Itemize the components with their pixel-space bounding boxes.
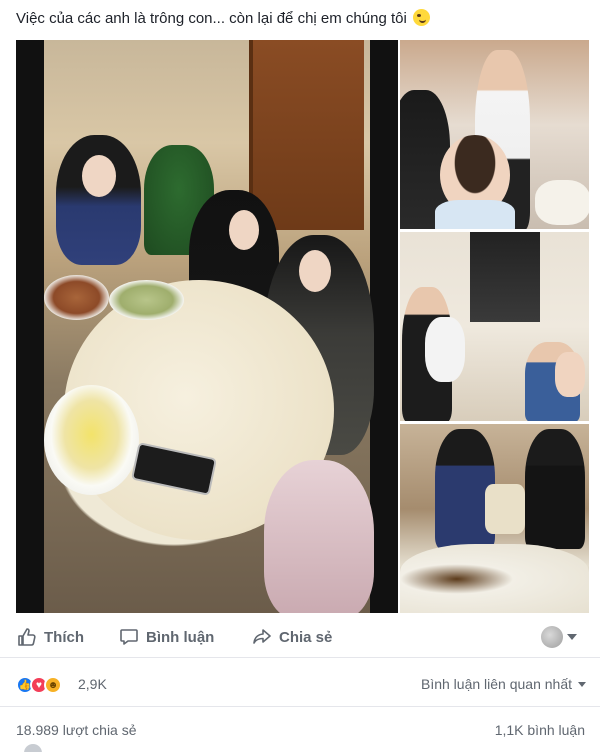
reactions-bar: 👍 ♥ ☻ 2,9K Bình luận liên quan nhất	[0, 661, 600, 707]
share-arrow-icon	[253, 629, 271, 644]
soup-bowl	[109, 280, 184, 320]
like-label: Thích	[44, 628, 84, 646]
chevron-down-icon	[578, 681, 586, 687]
share-button[interactable]: Chia sẻ	[252, 626, 332, 648]
chevron-down-icon	[567, 634, 577, 640]
post-as-selector[interactable]	[541, 626, 577, 648]
woman-middle-face	[229, 210, 259, 250]
post-caption: Việc của các anh là trông con... còn lại…	[16, 8, 586, 30]
comment-bubble-icon	[120, 629, 138, 645]
share-label: Chia sẻ	[279, 628, 333, 646]
viewer-avatar	[541, 626, 563, 648]
baby-right	[555, 352, 585, 397]
woman-left-face	[82, 155, 116, 197]
photo-collage	[16, 40, 589, 613]
dinner-scene	[44, 40, 374, 613]
bottom-right-photo[interactable]	[400, 424, 589, 613]
comment-sort-dropdown[interactable]: Bình luận liên quan nhất	[421, 676, 586, 692]
comment-label: Bình luận	[146, 628, 215, 646]
dark-window	[470, 232, 540, 322]
top-right-photo[interactable]	[400, 40, 589, 229]
woman-toasting-right	[525, 429, 585, 549]
middle-right-photo[interactable]	[400, 232, 589, 421]
thumbs-up-icon	[18, 628, 36, 646]
glasses-toast	[485, 484, 525, 534]
wooden-door	[249, 40, 364, 230]
facebook-post: Việc của các anh là trông con... còn lại…	[0, 0, 600, 752]
comment-button[interactable]: Bình luận	[119, 626, 214, 648]
dishes	[535, 180, 589, 225]
post-actions-bar: Thích Bình luận Chia sẻ	[0, 618, 600, 658]
reaction-icons[interactable]: 👍 ♥ ☻	[16, 675, 62, 695]
comment-count[interactable]: 1,1K bình luận	[495, 722, 585, 738]
tongue-emoji-icon	[412, 9, 430, 26]
caption-text: Việc của các anh là trông con... còn lại…	[16, 10, 407, 27]
foreground-person	[264, 460, 374, 613]
main-photo[interactable]	[16, 40, 398, 613]
sort-label: Bình luận liên quan nhất	[420, 676, 572, 692]
table-dishes	[400, 544, 589, 613]
post-stats: 18.989 lượt chia sẻ 1,1K bình luận	[0, 708, 600, 752]
meat-dish	[44, 275, 109, 320]
share-count[interactable]: 18.989 lượt chia sẻ	[16, 722, 137, 738]
baby-body	[435, 200, 515, 229]
large-soup-bowl	[44, 385, 139, 495]
haha-reaction-icon: ☻	[44, 676, 62, 694]
baby-left	[425, 317, 465, 382]
reaction-count[interactable]: 2,9K	[78, 676, 107, 692]
like-button[interactable]: Thích	[17, 626, 84, 648]
woman-glasses-face	[299, 250, 331, 292]
